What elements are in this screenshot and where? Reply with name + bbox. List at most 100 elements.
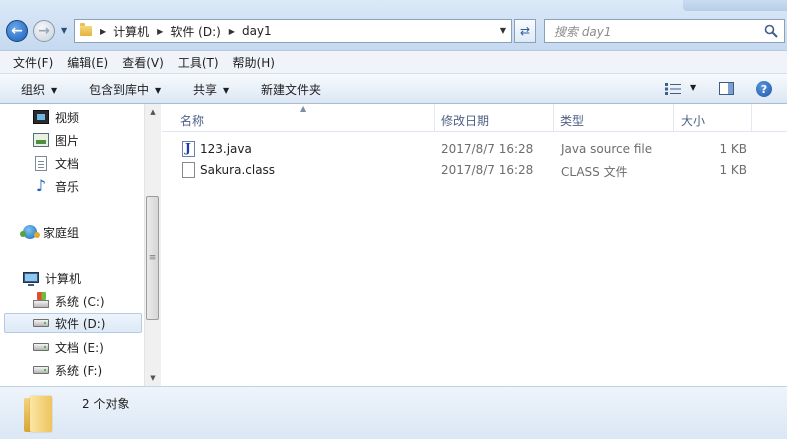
nav-item-videos[interactable]: 视频 (33, 107, 79, 127)
folder-icon (22, 396, 56, 432)
system-drive-icon (33, 292, 49, 308)
change-view-icon[interactable] (665, 83, 681, 95)
file-row[interactable]: 123.java 2017/8/7 16:28 Java source file… (162, 139, 787, 160)
breadcrumb-chevron-icon[interactable]: ▶ (157, 27, 163, 36)
dropdown-arrow-icon: ▼ (51, 86, 58, 95)
menu-bar: 文件(F) 编辑(E) 查看(V) 工具(T) 帮助(H) (0, 50, 787, 74)
music-note-icon: ♪ (35, 176, 47, 195)
search-placeholder: 搜索 day1 (554, 24, 612, 39)
command-toolbar: 组织 ▼ 包含到库中 ▼ 共享 ▼ 新建文件夹 ▼ ? (0, 74, 787, 104)
generic-file-icon (182, 162, 195, 178)
file-name: 123.java (200, 142, 252, 156)
dropdown-arrow-icon: ▼ (223, 86, 230, 95)
breadcrumb-day1[interactable]: day1 (242, 24, 272, 38)
organize-button[interactable]: 组织 ▼ (21, 81, 57, 98)
new-folder-button[interactable]: 新建文件夹 (261, 81, 321, 98)
dropdown-arrow-icon: ▼ (155, 86, 162, 95)
column-divider[interactable] (553, 104, 554, 131)
nav-item-label: 音乐 (55, 179, 80, 194)
nav-item-label: 家庭组 (43, 225, 80, 240)
computer-icon (23, 271, 39, 286)
back-button[interactable]: ← (6, 20, 28, 42)
nav-item-drive-e[interactable]: 文档 (E:) (33, 337, 104, 357)
nav-item-drive-d[interactable]: 软件 (D:) (4, 313, 142, 333)
search-input[interactable]: 搜索 day1 (544, 19, 785, 43)
drive-icon (33, 366, 49, 374)
nav-item-drive-c[interactable]: 系统 (C:) (33, 291, 105, 311)
menu-tools[interactable]: 工具(T) (171, 54, 226, 71)
nav-item-music[interactable]: ♪ 音乐 (33, 176, 79, 196)
file-type: Java source file (561, 142, 653, 156)
refresh-icon: ⇄ (519, 24, 531, 38)
item-count-text: 2 个对象 (82, 397, 130, 411)
picture-library-icon (33, 133, 49, 147)
nav-item-label: 文档 (E:) (55, 340, 104, 355)
nav-item-documents[interactable]: 文档 (33, 153, 79, 173)
navigation-pane: 视频 图片 文档 ♪ 音乐 家庭组 计算机 系统 (C:) 软件 (D:) 文档… (0, 104, 144, 386)
column-header-row: ▲ 名称 修改日期 类型 大小 (162, 104, 787, 132)
column-header-modified[interactable]: 修改日期 (441, 112, 489, 129)
breadcrumb-computer[interactable]: 计算机 (113, 23, 149, 40)
preview-pane-icon[interactable] (719, 82, 734, 95)
file-modified: 2017/8/7 16:28 (441, 142, 534, 156)
scroll-down-arrow-icon[interactable]: ▼ (145, 370, 161, 386)
homegroup-icon (20, 225, 40, 239)
address-bar-row: ← → ▼ ▶ 计算机 ▶ 软件 (D:) ▶ day1 ▼ ⇄ 搜索 day1 (0, 0, 787, 50)
folder-icon (80, 23, 92, 36)
forward-button[interactable]: → (33, 20, 55, 42)
scrollbar-thumb[interactable]: ≡ (146, 196, 159, 320)
view-options-dropdown-icon[interactable]: ▼ (690, 83, 696, 92)
recent-pages-dropdown-icon[interactable]: ▼ (61, 26, 67, 35)
file-size: 1 KB (719, 142, 747, 156)
include-in-library-button[interactable]: 包含到库中 ▼ (89, 81, 161, 98)
column-header-type[interactable]: 类型 (560, 112, 584, 129)
column-header-size[interactable]: 大小 (681, 112, 705, 129)
nav-item-label: 计算机 (45, 271, 82, 286)
share-button[interactable]: 共享 ▼ (193, 81, 229, 98)
file-row[interactable]: Sakura.class 2017/8/7 16:28 CLASS 文件 1 K… (162, 160, 787, 181)
scroll-up-arrow-icon[interactable]: ▲ (145, 104, 161, 120)
nav-item-label: 视频 (55, 110, 80, 125)
nav-item-label: 软件 (D:) (55, 316, 106, 331)
file-type: CLASS 文件 (561, 165, 628, 179)
navigation-scrollbar[interactable]: ▲ ≡ ▼ (144, 104, 161, 386)
window-caption-buttons[interactable] (683, 0, 787, 11)
document-library-icon (35, 155, 47, 171)
sort-ascending-icon: ▲ (300, 104, 307, 113)
details-pane: 2 个对象 (0, 386, 787, 439)
drive-icon (33, 343, 49, 351)
breadcrumb-chevron-icon[interactable]: ▶ (229, 27, 235, 36)
menu-edit[interactable]: 编辑(E) (60, 54, 115, 71)
breadcrumb-chevron-icon[interactable]: ▶ (100, 27, 106, 36)
organize-label: 组织 (21, 83, 46, 97)
file-name: Sakura.class (200, 163, 276, 177)
address-box[interactable]: ▶ 计算机 ▶ 软件 (D:) ▶ day1 ▼ (74, 19, 512, 43)
nav-item-computer[interactable]: 计算机 (23, 268, 81, 288)
file-modified: 2017/8/7 16:28 (441, 163, 534, 177)
nav-item-label: 文档 (55, 156, 80, 171)
file-size: 1 KB (719, 163, 747, 177)
menu-file[interactable]: 文件(F) (6, 54, 60, 71)
column-divider[interactable] (751, 104, 752, 131)
nav-item-homegroup[interactable]: 家庭组 (20, 222, 80, 242)
breadcrumb-drive-d[interactable]: 软件 (D:) (170, 23, 220, 40)
address-dropdown-icon[interactable]: ▼ (500, 26, 506, 35)
nav-item-label: 系统 (C:) (55, 294, 105, 309)
search-icon[interactable] (764, 24, 778, 38)
refresh-button[interactable]: ⇄ (514, 19, 536, 43)
nav-item-label: 系统 (F:) (55, 363, 103, 378)
column-divider[interactable] (434, 104, 435, 131)
drive-icon (33, 319, 49, 327)
help-icon[interactable]: ? (756, 81, 772, 97)
share-label: 共享 (193, 83, 218, 97)
menu-help[interactable]: 帮助(H) (226, 54, 282, 71)
nav-item-pictures[interactable]: 图片 (33, 130, 79, 150)
nav-item-drive-f[interactable]: 系统 (F:) (33, 360, 102, 380)
column-divider[interactable] (673, 104, 674, 131)
file-list: ▲ 名称 修改日期 类型 大小 123.java 2017/8/7 16:28 … (162, 104, 787, 386)
column-header-name[interactable]: 名称 (180, 112, 204, 129)
include-in-library-label: 包含到库中 (89, 83, 150, 97)
menu-view[interactable]: 查看(V) (115, 54, 171, 71)
video-library-icon (33, 110, 49, 124)
nav-item-label: 图片 (55, 133, 80, 148)
